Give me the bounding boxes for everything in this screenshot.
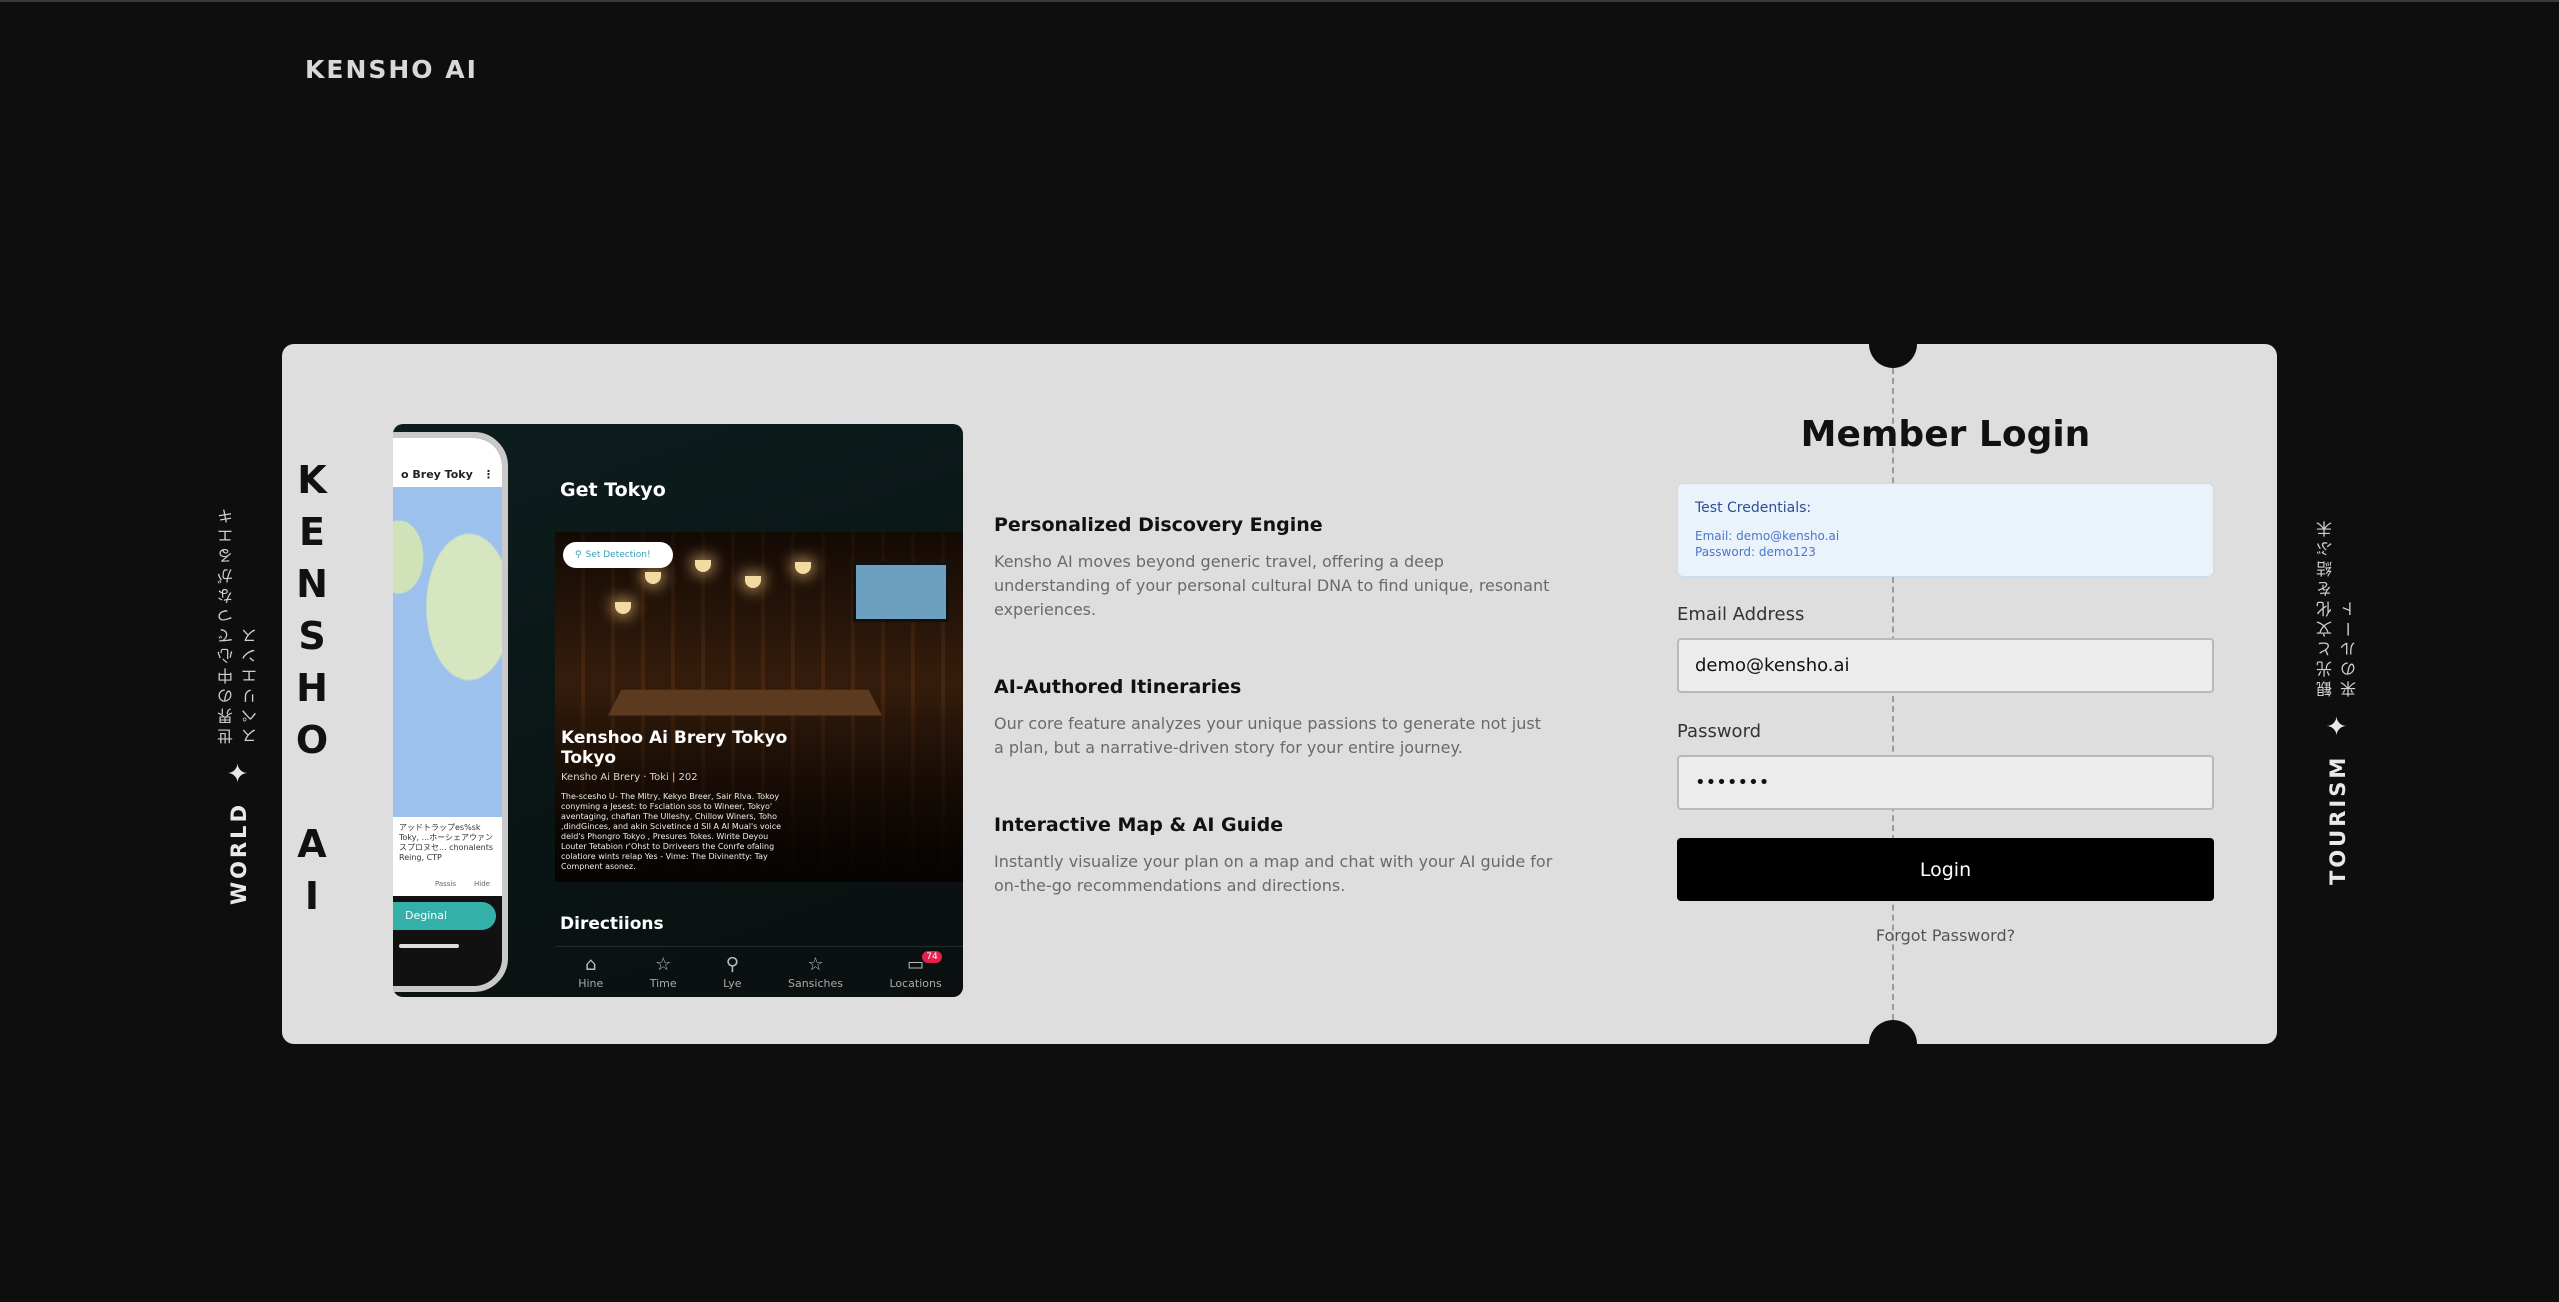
directions-heading: Directiions bbox=[560, 914, 664, 934]
vertical-brand-letter: I bbox=[304, 874, 320, 918]
phone-map-text: アッドトラップes%sk Toky, ...ホーシェアウァンスプロヌセ... c… bbox=[393, 817, 502, 872]
star-icon: ☆ bbox=[655, 953, 672, 975]
password-field[interactable] bbox=[1677, 755, 2214, 810]
phone-mockup: o Brey Toky ⋮ アッドトラップes%sk Toky, ...ホーシェ… bbox=[393, 432, 508, 992]
place-title: Kenshoo Ai Brery Tokyo Tokyo bbox=[561, 728, 788, 768]
phone-cta-button: Deginal bbox=[393, 902, 496, 930]
tab-label: Hine bbox=[578, 976, 604, 990]
credentials-title: Test Credentials: bbox=[1695, 500, 1812, 516]
restaurant-photo: ⚲ Set Detection! Kenshoo Ai Brery Tokyo … bbox=[555, 532, 963, 882]
ticket-notch-bottom bbox=[1869, 1020, 1917, 1068]
feature-item: Interactive Map & AI Guide Instantly vis… bbox=[994, 814, 1554, 898]
test-credentials-box: Test Credentials: Email: demo@kensho.ai … bbox=[1677, 483, 2214, 577]
star-icon: ✦ bbox=[224, 758, 254, 788]
feature-text: Instantly visualize your plan on a map a… bbox=[994, 852, 1553, 895]
email-label: Email Address bbox=[1677, 604, 1805, 625]
login-title: Member Login bbox=[1800, 414, 2091, 455]
feature-text: Our core feature analyzes your unique pa… bbox=[994, 714, 1541, 757]
home-icon: ⌂ bbox=[585, 953, 597, 975]
vertical-brand-letter: O bbox=[295, 718, 329, 762]
lamp-icon bbox=[795, 562, 811, 574]
feature-item: AI-Authored Itineraries Our core feature… bbox=[994, 676, 1554, 760]
vertical-brand-letter: A bbox=[297, 822, 327, 866]
search-icon: ⚲ bbox=[575, 550, 582, 560]
side-label-jp: 世界の中心でつながるエキスペリエンス bbox=[217, 504, 260, 744]
detection-pill: ⚲ Set Detection! bbox=[563, 542, 673, 568]
detection-pill-label: Set Detection! bbox=[585, 550, 651, 560]
search-icon: ⚲ bbox=[725, 953, 739, 975]
ticket-card: K E N S H O A I o Brey Toky ⋮ アッドトラップes%… bbox=[282, 320, 2277, 1068]
tab-label: Lye bbox=[723, 976, 742, 990]
notification-badge: 74 bbox=[922, 950, 942, 963]
tab-locations: ▭ 74 Locations bbox=[889, 950, 942, 990]
vertical-brand: K E N S H O A I bbox=[294, 458, 330, 918]
phone-tab: Hide bbox=[474, 880, 490, 888]
login-form: Member Login Test Credentials: Email: de… bbox=[1677, 414, 2214, 945]
top-border bbox=[0, 0, 2559, 2]
feature-title: AI-Authored Itineraries bbox=[994, 676, 1242, 698]
credentials-password: Password: demo123 bbox=[1695, 545, 1816, 559]
star-icon: ✦ bbox=[2323, 710, 2353, 741]
lamp-icon bbox=[615, 602, 631, 614]
tab-label: Sansiches bbox=[787, 976, 843, 990]
email-field[interactable] bbox=[1677, 638, 2214, 693]
app-tabbar: ⌂ Hine ☆ Time ⚲ Lye ☆ Sansiches ▭ 74 Loc… bbox=[555, 946, 963, 997]
screen-title: Get Tokyo bbox=[560, 479, 666, 501]
feature-title: Interactive Map & AI Guide bbox=[994, 814, 1284, 836]
lamp-icon bbox=[745, 576, 761, 588]
vertical-brand-letter: K bbox=[297, 458, 327, 502]
place-description: The-scesho U- The Mitry, Kekyo Breer, Sa… bbox=[561, 792, 782, 871]
login-button[interactable]: Login bbox=[1677, 838, 2214, 901]
side-label-left: WORLD ✦ 世界の中心でつながるエキスペリエンス bbox=[215, 485, 263, 905]
tab-home: ⌂ Hine bbox=[578, 953, 604, 990]
credentials-email: Email: demo@kensho.ai bbox=[1695, 529, 1840, 543]
more-icon: ⋮ bbox=[483, 468, 494, 481]
tab-label: Locations bbox=[889, 976, 942, 990]
features-list: Personalized Discovery Engine Kensho AI … bbox=[994, 514, 1554, 952]
app-showcase-image: o Brey Toky ⋮ アッドトラップes%sk Toky, ...ホーシェ… bbox=[393, 424, 963, 997]
phone-map bbox=[393, 487, 502, 817]
side-label-right: TOURISM ✦ 観光と文化を結ぶ未来のルート bbox=[2314, 505, 2362, 885]
side-label-jp: 観光と文化を結ぶ未来のルート bbox=[2316, 516, 2359, 697]
tab-time: ☆ Time bbox=[649, 953, 677, 990]
side-label-en: WORLD bbox=[227, 802, 251, 905]
phone-map-title: o Brey Toky bbox=[401, 468, 473, 481]
phone-tabs: Passis Hide bbox=[393, 872, 502, 896]
vertical-brand-letter: H bbox=[296, 666, 328, 710]
vertical-brand-letter: E bbox=[299, 510, 325, 554]
phone-statusbar bbox=[393, 438, 502, 462]
tab-label: Time bbox=[649, 976, 677, 990]
vertical-brand-letter: S bbox=[298, 614, 326, 658]
phone-tab: Passis bbox=[434, 880, 457, 888]
tab-search: ⚲ Lye bbox=[723, 953, 742, 990]
lamp-icon bbox=[645, 572, 661, 584]
tab-favorites: ☆ Sansiches bbox=[787, 953, 843, 990]
place-subtitle: Kensho Ai Brery · Toki | 202 bbox=[561, 772, 698, 783]
feature-title: Personalized Discovery Engine bbox=[994, 514, 1323, 536]
lamp-icon bbox=[695, 560, 711, 572]
forgot-password-link[interactable]: Forgot Password? bbox=[1677, 926, 2214, 945]
feature-item: Personalized Discovery Engine Kensho AI … bbox=[994, 514, 1554, 622]
tv-screen bbox=[853, 562, 949, 622]
phone-home-indicator bbox=[399, 944, 459, 948]
side-label-en: TOURISM bbox=[2326, 754, 2350, 885]
ticket-notch-top bbox=[1869, 320, 1917, 368]
star-icon: ☆ bbox=[807, 953, 824, 975]
phone-map-header: o Brey Toky ⋮ bbox=[393, 462, 502, 487]
feature-text: Kensho AI moves beyond generic travel, o… bbox=[994, 552, 1550, 619]
brand-logo[interactable]: KENSHO AI bbox=[305, 55, 478, 84]
tables bbox=[608, 689, 882, 716]
password-label: Password bbox=[1677, 721, 1762, 742]
vertical-brand-letter: N bbox=[296, 562, 328, 606]
